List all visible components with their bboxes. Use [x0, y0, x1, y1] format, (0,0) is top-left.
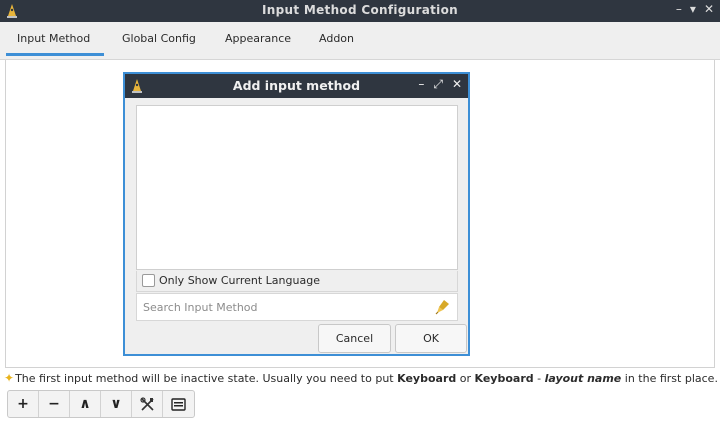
- active-tab-indicator: [6, 53, 104, 56]
- star-icon: ✦: [4, 371, 15, 385]
- configure-button[interactable]: [132, 391, 163, 417]
- maximize-icon[interactable]: ⤢: [433, 77, 443, 92]
- close-icon[interactable]: ✕: [704, 2, 714, 16]
- ok-button[interactable]: OK: [395, 324, 467, 353]
- window-controls: – ▾ ✕: [676, 2, 714, 16]
- chevron-down-icon: ∨: [110, 396, 122, 412]
- minimize-icon[interactable]: –: [418, 77, 424, 92]
- minus-icon: −: [48, 396, 60, 412]
- maximize-icon[interactable]: ▾: [690, 2, 696, 16]
- tab-global-config[interactable]: Global Config: [122, 32, 196, 45]
- hint-dash: -: [533, 372, 545, 385]
- hint-keyword-1: Keyboard: [397, 372, 457, 385]
- hint-keyword-2: Keyboard: [474, 372, 534, 385]
- move-down-button[interactable]: ∨: [101, 391, 132, 417]
- hint-mid: or: [456, 372, 475, 385]
- window-titlebar: Input Method Configuration – ▾ ✕: [0, 0, 720, 22]
- tab-bar: Input Method Global Config Appearance Ad…: [0, 22, 720, 60]
- tab-addon[interactable]: Addon: [319, 32, 354, 45]
- only-show-current-language-row[interactable]: Only Show Current Language: [136, 271, 458, 292]
- keyboard-layout-button[interactable]: [163, 391, 194, 417]
- tab-input-method[interactable]: Input Method: [17, 32, 90, 45]
- window-title: Input Method Configuration: [262, 3, 458, 17]
- move-up-button[interactable]: ∧: [70, 391, 101, 417]
- hint-text: ✦The first input method will be inactive…: [4, 371, 720, 387]
- dialog-titlebar: Add input method – ⤢ ✕: [125, 74, 468, 98]
- dialog-controls: – ⤢ ✕: [418, 77, 462, 92]
- minimize-icon[interactable]: –: [676, 2, 682, 16]
- bottom-toolbar: + − ∧ ∨: [7, 390, 195, 418]
- only-show-current-language-checkbox[interactable]: [142, 274, 155, 287]
- clear-icon[interactable]: [435, 299, 451, 315]
- available-input-method-list[interactable]: [136, 105, 458, 270]
- dialog-title: Add input method: [232, 78, 361, 93]
- hint-italic: layout name: [544, 372, 622, 385]
- hint-suffix: in the first place.: [621, 372, 718, 385]
- hint-prefix: The first input method will be inactive …: [15, 372, 398, 385]
- chevron-up-icon: ∧: [79, 396, 91, 412]
- remove-button[interactable]: −: [39, 391, 70, 417]
- add-button[interactable]: +: [8, 391, 39, 417]
- tools-icon: [139, 396, 154, 411]
- search-input[interactable]: [143, 299, 423, 315]
- close-icon[interactable]: ✕: [452, 77, 462, 92]
- tab-appearance[interactable]: Appearance: [225, 32, 291, 45]
- add-input-method-dialog: Add input method – ⤢ ✕ Only Show Current…: [123, 72, 470, 356]
- keyboard-icon: [171, 397, 186, 411]
- search-box: [136, 293, 458, 321]
- plus-icon: +: [17, 396, 29, 412]
- cancel-button[interactable]: Cancel: [318, 324, 391, 353]
- only-show-current-language-label: Only Show Current Language: [159, 274, 320, 287]
